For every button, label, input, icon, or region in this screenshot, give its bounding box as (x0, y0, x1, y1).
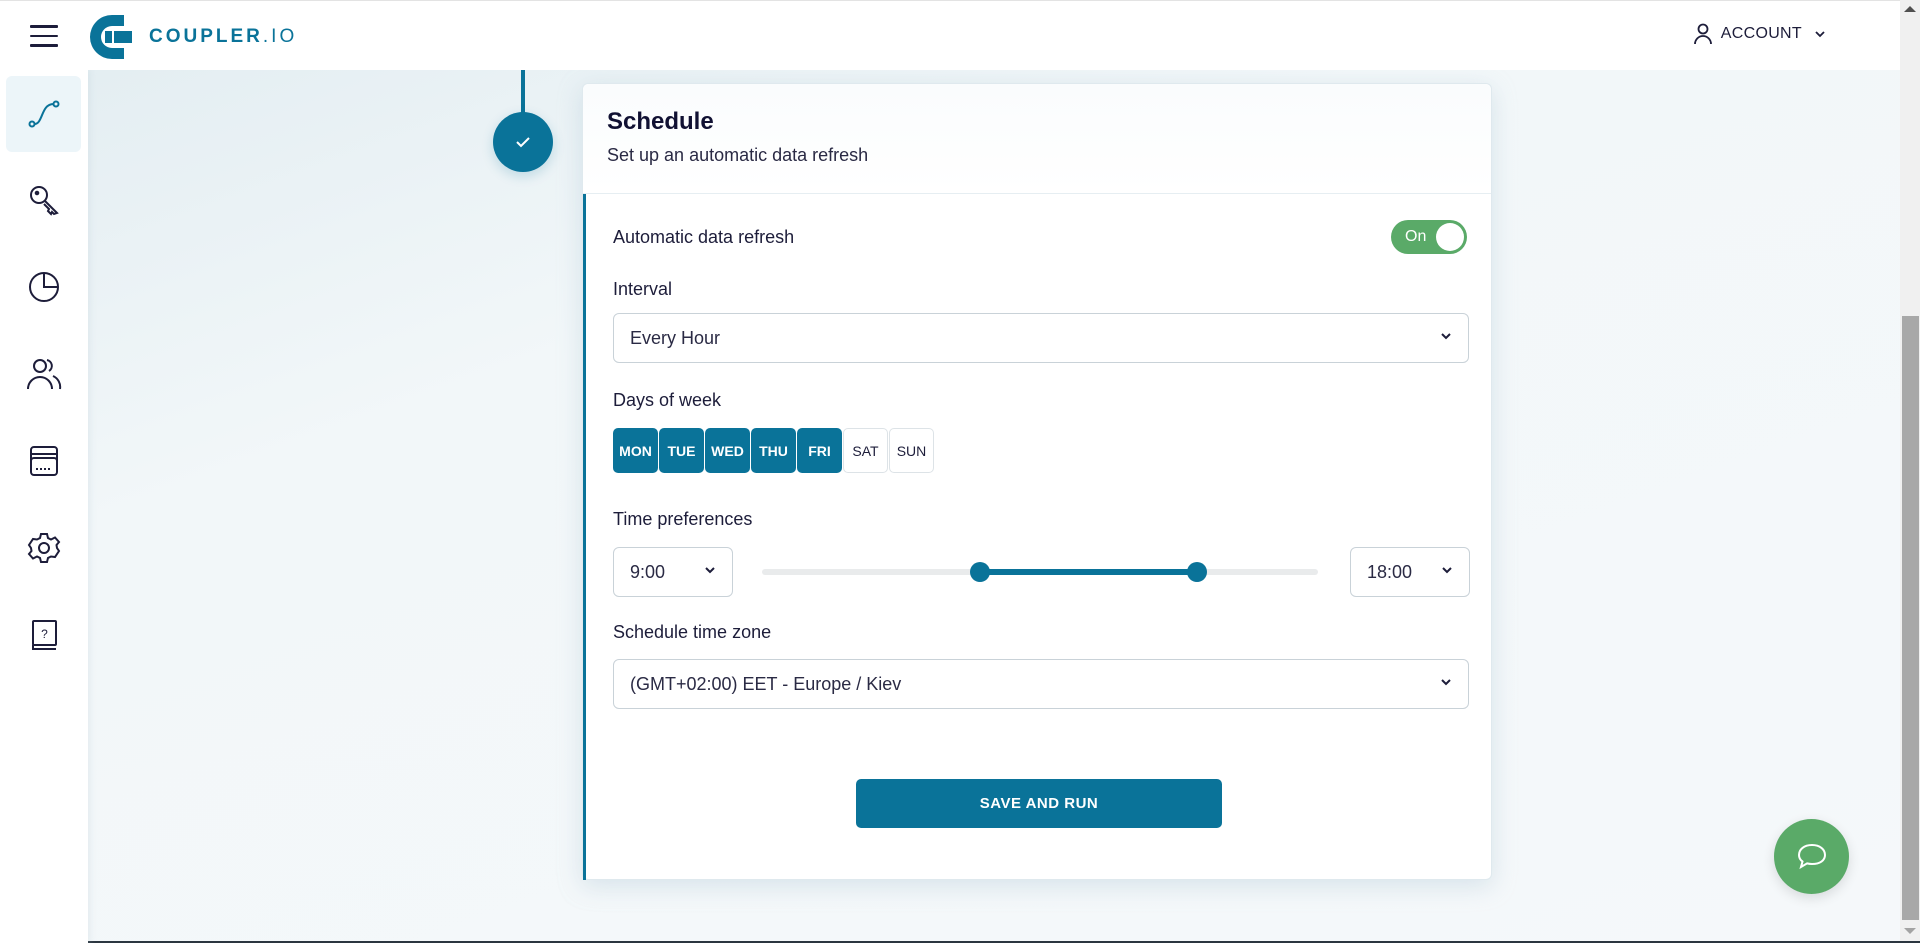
schedule-subtitle: Set up an automatic data refresh (607, 145, 869, 165)
save-and-run-button[interactable]: SAVE AND RUN (856, 779, 1222, 828)
time-to-select[interactable]: 18:00 (1350, 547, 1470, 597)
top-bar: COUPLER.IO ACCOUNT (0, 0, 1900, 70)
toggle-state-text: On (1405, 228, 1427, 245)
scrollbar-thumb[interactable] (1902, 316, 1919, 920)
schedule-form: Automatic data refresh On Interval Every… (583, 194, 1491, 880)
day-fri[interactable]: FRI (797, 428, 842, 473)
sidebar-item-team[interactable] (6, 336, 81, 412)
chevron-down-icon (1442, 567, 1452, 574)
sidebar-item-billing[interactable] (6, 423, 81, 499)
day-sat[interactable]: SAT (843, 428, 888, 473)
help-book-icon: ? (31, 620, 57, 650)
step-connector (521, 70, 525, 116)
timezone-label: Schedule time zone (613, 622, 772, 642)
auto-refresh-toggle[interactable]: On (1391, 220, 1467, 254)
time-range-slider[interactable] (762, 560, 1318, 584)
schedule-header: Schedule Set up an automatic data refres… (583, 84, 1491, 194)
chevron-down-icon (1441, 679, 1451, 686)
day-tue[interactable]: TUE (659, 428, 704, 473)
users-icon (26, 359, 61, 390)
account-label: ACCOUNT (1720, 25, 1802, 42)
time-to-value: 18:00 (1367, 561, 1413, 582)
sidebar-item-dataflows[interactable] (6, 76, 81, 152)
sidebar-item-connections[interactable] (6, 162, 81, 238)
schedule-title: Schedule (607, 108, 714, 135)
slider-fill (979, 569, 1198, 575)
interval-select[interactable]: Every Hour (613, 313, 1469, 363)
schedule-card: Schedule Set up an automatic data refres… (582, 83, 1492, 880)
timezone-select[interactable]: (GMT+02:00) EET - Europe / Kiev (613, 659, 1469, 709)
checkmark-icon (516, 137, 530, 148)
timezone-value: (GMT+02:00) EET - Europe / Kiev (630, 673, 902, 694)
time-from-select[interactable]: 9:00 (613, 547, 733, 597)
slider-handle-to[interactable] (1187, 562, 1208, 582)
sidebar-item-help[interactable]: ? (6, 597, 81, 673)
toggle-knob (1436, 223, 1464, 251)
days-label: Days of week (613, 390, 722, 410)
days-of-week: MON TUE WED THU FRI SAT SUN (613, 428, 935, 473)
chat-bubble-icon (1797, 843, 1826, 869)
key-icon (29, 186, 59, 216)
account-menu[interactable]: ACCOUNT (1693, 23, 1835, 45)
logo[interactable]: COUPLER.IO (89, 14, 297, 60)
step-indicator (493, 112, 553, 172)
hamburger-menu-icon[interactable] (30, 25, 58, 47)
chevron-down-icon (1815, 31, 1825, 38)
logo-text: COUPLER.IO (149, 26, 298, 47)
interval-value: Every Hour (630, 327, 721, 348)
sidebar-item-analytics[interactable] (6, 249, 81, 325)
gear-icon (27, 533, 60, 563)
day-wed[interactable]: WED (705, 428, 750, 473)
scroll-up-arrow-icon[interactable] (1904, 6, 1916, 12)
time-from-value: 9:00 (630, 561, 666, 582)
day-sun[interactable]: SUN (889, 428, 934, 473)
day-thu[interactable]: THU (751, 428, 796, 473)
flow-path-icon (28, 100, 59, 128)
vertical-scrollbar[interactable] (1900, 0, 1920, 943)
time-preferences-label: Time preferences (613, 509, 753, 529)
chat-button[interactable] (1774, 819, 1849, 894)
svg-text:?: ? (41, 627, 48, 641)
auto-refresh-label: Automatic data refresh (613, 227, 795, 247)
day-mon[interactable]: MON (613, 428, 658, 473)
sidebar: ? (0, 70, 88, 943)
sidebar-item-settings[interactable] (6, 510, 81, 586)
chevron-down-icon (1441, 333, 1451, 340)
interval-label: Interval (613, 279, 673, 299)
chevron-down-icon (705, 567, 715, 574)
user-icon (1693, 23, 1712, 45)
pie-chart-icon (28, 272, 59, 302)
scroll-down-arrow-icon[interactable] (1904, 928, 1916, 934)
credit-card-icon (29, 446, 58, 476)
slider-handle-from[interactable] (969, 562, 990, 582)
coupler-logo-icon (90, 15, 132, 59)
